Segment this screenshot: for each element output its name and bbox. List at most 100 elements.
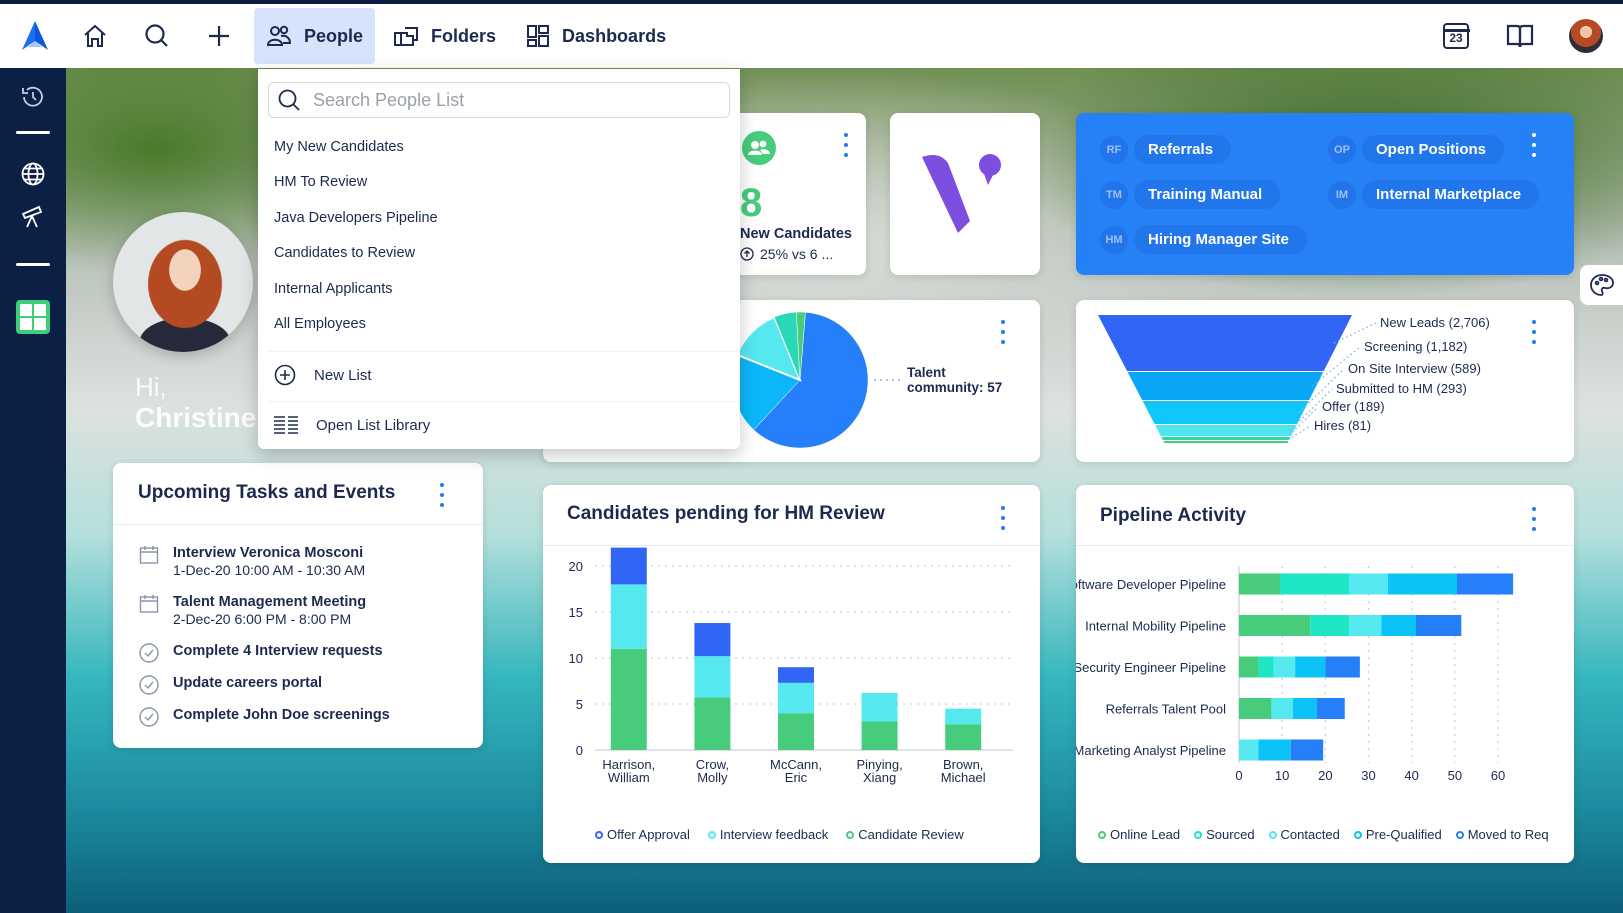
list-item-internal-applicants[interactable]: Internal Applicants <box>274 281 393 297</box>
quick-link-open-positions[interactable]: OP Open Positions <box>1328 135 1505 164</box>
tab-folders[interactable]: Folders <box>381 8 508 64</box>
list-item-java-developers-pipeline[interactable]: Java Developers Pipeline <box>274 210 438 226</box>
bar-offer-approval[interactable] <box>778 667 814 683</box>
bar-contacted[interactable] <box>1273 656 1296 678</box>
open-list-library-button[interactable]: Open List Library <box>274 405 430 445</box>
check-circle-icon[interactable] <box>139 643 159 663</box>
funnel-stage-on-site-interview[interactable] <box>1142 401 1309 424</box>
bar-candidate-review[interactable] <box>778 713 814 750</box>
bar-candidate-review[interactable] <box>610 648 647 750</box>
bar-candidate-review[interactable] <box>945 724 982 750</box>
telescope-icon[interactable] <box>18 201 48 231</box>
quick-link-label[interactable]: Open Positions <box>1362 135 1505 164</box>
quick-link-label[interactable]: Training Manual <box>1134 180 1281 209</box>
bar-interview-feedback[interactable] <box>694 656 731 698</box>
task-item[interactable]: Complete 4 Interview requests <box>139 643 383 663</box>
quick-link-label[interactable]: Internal Marketplace <box>1362 180 1540 209</box>
funnel-stage-hires[interactable] <box>1163 441 1289 443</box>
quick-link-label[interactable]: Hiring Manager Site <box>1134 225 1307 254</box>
bar-interview-feedback[interactable] <box>945 708 982 725</box>
globe-icon[interactable] <box>18 159 48 189</box>
quick-link-training-manual[interactable]: TM Training Manual <box>1100 180 1281 209</box>
tab-dashboards[interactable]: Dashboards <box>514 8 678 64</box>
user-avatar[interactable] <box>1569 19 1603 53</box>
bar-sourced[interactable] <box>1280 573 1350 595</box>
check-circle-icon[interactable] <box>139 675 159 695</box>
funnel-stage-screening[interactable] <box>1127 372 1324 400</box>
bar-offer-approval[interactable] <box>610 547 647 585</box>
check-circle-icon[interactable] <box>139 707 159 727</box>
quick-link-label[interactable]: Referrals <box>1134 135 1232 164</box>
theme-palette-button[interactable] <box>1580 265 1623 305</box>
bar-moved-to-req[interactable] <box>1316 698 1345 719</box>
legend-item[interactable]: Contacted <box>1268 827 1340 842</box>
bar-interview-feedback[interactable] <box>610 584 647 649</box>
tab-people[interactable]: People <box>254 8 376 64</box>
funnel-card-menu[interactable] <box>1531 320 1537 344</box>
tasks-card-menu[interactable] <box>439 483 445 507</box>
bar-pre-qualified[interactable] <box>1387 573 1457 595</box>
quick-link-internal-marketplace[interactable]: IM Internal Marketplace <box>1328 180 1540 209</box>
quick-link-hiring-manager-site[interactable]: HM Hiring Manager Site <box>1100 225 1307 254</box>
bar-contacted[interactable] <box>1349 615 1382 636</box>
bar-online-lead[interactable] <box>1239 698 1272 719</box>
bar-pre-qualified[interactable] <box>1295 656 1326 678</box>
funnel-stage-new-leads[interactable] <box>1098 315 1352 371</box>
book-icon[interactable] <box>1505 21 1535 51</box>
plus-icon[interactable] <box>204 21 234 51</box>
bar-sourced[interactable] <box>1258 656 1274 678</box>
bar-interview-feedback[interactable] <box>861 692 898 722</box>
dashboards-icon <box>527 25 550 47</box>
bar-pre-qualified[interactable] <box>1258 739 1291 761</box>
calendar-icon[interactable]: 23 <box>1442 23 1470 49</box>
legend-item[interactable]: Interview feedback <box>707 827 828 842</box>
quick-links-menu[interactable] <box>1531 133 1537 157</box>
list-item-all-employees[interactable]: All Employees <box>274 316 366 332</box>
people-search-input[interactable] <box>313 89 693 111</box>
history-icon[interactable] <box>18 82 48 112</box>
bar-sourced[interactable] <box>1310 615 1350 636</box>
bar-moved-to-req[interactable] <box>1456 573 1514 595</box>
search-icon[interactable] <box>142 21 172 51</box>
hm-review-menu[interactable] <box>1000 506 1006 530</box>
legend-item[interactable]: Candidate Review <box>846 827 964 842</box>
funnel-stage-submitted-to-hm[interactable] <box>1155 425 1297 436</box>
bar-moved-to-req[interactable] <box>1325 656 1360 678</box>
new-list-button[interactable]: New List <box>274 355 372 395</box>
list-item-hm-to-review[interactable]: HM To Review <box>274 174 367 190</box>
funnel-stage-offer[interactable] <box>1161 437 1291 440</box>
bar-online-lead[interactable] <box>1239 573 1281 595</box>
bar-candidate-review[interactable] <box>861 721 898 750</box>
legend-item[interactable]: Sourced <box>1194 827 1255 842</box>
legend-item[interactable]: Moved to Req <box>1455 827 1549 842</box>
bar-online-lead[interactable] <box>1239 656 1259 678</box>
bar-candidate-review[interactable] <box>694 697 731 750</box>
pipeline-activity-menu[interactable] <box>1531 507 1537 531</box>
list-item-candidates-to-review[interactable]: Candidates to Review <box>274 245 415 261</box>
event-item[interactable]: Talent Management Meeting 2-Dec-20 6:00 P… <box>139 594 366 627</box>
pie-card-menu[interactable] <box>1000 320 1006 344</box>
list-item-my-new-candidates[interactable]: My New Candidates <box>274 139 404 155</box>
task-item[interactable]: Complete John Doe screenings <box>139 707 390 727</box>
bar-pre-qualified[interactable] <box>1381 615 1416 636</box>
event-item[interactable]: Interview Veronica Mosconi 1-Dec-20 10:00… <box>139 545 365 578</box>
task-item[interactable]: Update careers portal <box>139 675 322 695</box>
people-search-box[interactable] <box>268 82 730 118</box>
quick-link-referrals[interactable]: RF Referrals <box>1100 135 1232 164</box>
bar-online-lead[interactable] <box>1239 615 1311 636</box>
bar-moved-to-req[interactable] <box>1290 739 1324 761</box>
home-icon[interactable] <box>80 21 110 51</box>
dashboard-icon[interactable] <box>16 300 50 334</box>
bar-interview-feedback[interactable] <box>778 682 814 714</box>
bar-pre-qualified[interactable] <box>1292 698 1317 719</box>
bar-contacted[interactable] <box>1239 739 1259 761</box>
new-candidates-menu[interactable] <box>843 133 849 157</box>
bar-moved-to-req[interactable] <box>1415 615 1462 636</box>
legend-item[interactable]: Pre-Qualified <box>1353 827 1442 842</box>
legend-item[interactable]: Online Lead <box>1098 827 1180 842</box>
app-logo[interactable] <box>18 19 52 53</box>
bar-contacted[interactable] <box>1349 573 1388 595</box>
bar-contacted[interactable] <box>1271 698 1293 719</box>
bar-offer-approval[interactable] <box>694 623 731 657</box>
legend-item[interactable]: Offer Approval <box>595 827 690 842</box>
